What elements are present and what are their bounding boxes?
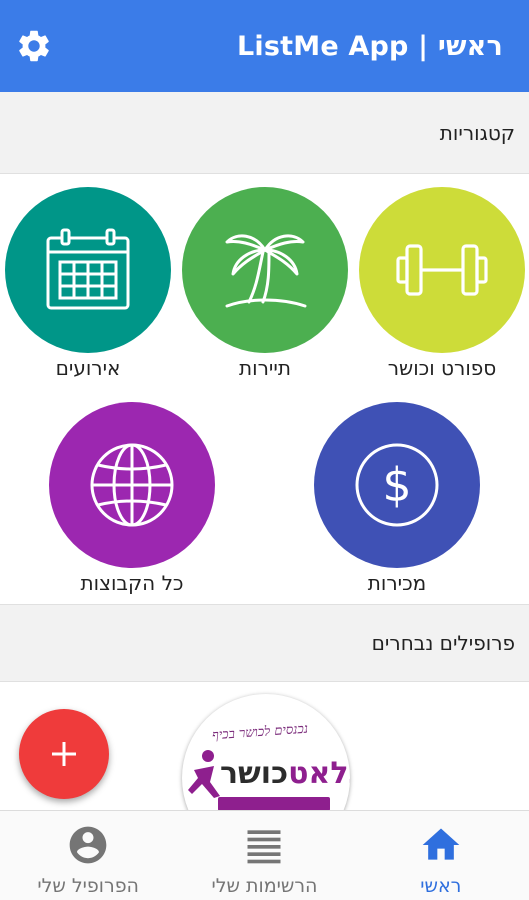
nav-home[interactable]: ראשי [353, 811, 529, 900]
category-label: ספורט וכושר [387, 356, 497, 380]
nav-label: הרשימות שלי [211, 875, 318, 897]
logo-tagline: נכנסים לכושר בכיף [211, 721, 309, 744]
categories-header: קטגוריות [0, 92, 529, 174]
nav-label: הפרופיל שלי [37, 875, 139, 897]
category-sales[interactable]: $ מכירות [297, 402, 497, 595]
bottom-navigation: הפרופיל שלי הרשימות שלי ראשי [0, 810, 529, 900]
app-title: ListMe App | ראשי [237, 30, 503, 62]
dumbbell-icon [396, 244, 488, 296]
category-label: מכירות [367, 571, 427, 595]
palm-tree-icon [225, 234, 307, 308]
category-circle[interactable] [359, 187, 525, 353]
categories-title: קטגוריות [439, 120, 515, 145]
category-circle[interactable] [5, 187, 171, 353]
dollar-icon: $ [355, 443, 439, 527]
gear-icon[interactable] [14, 26, 54, 66]
nav-my-lists[interactable]: הרשימות שלי [176, 811, 352, 900]
profile-logo[interactable]: נכנסים לכושר בכיף גלאטכושר [182, 694, 350, 810]
app-bar: ListMe App | ראשי [0, 0, 529, 92]
nav-my-profile[interactable]: הפרופיל שלי [0, 811, 176, 900]
category-label: כל הקבוצות [80, 571, 184, 595]
category-sports[interactable]: ספורט וכושר [342, 187, 529, 380]
categories-grid: ספורט וכושר תיירות אירועים $ מכירות כל ה… [0, 174, 529, 604]
globe-icon [90, 443, 174, 527]
logo-text-part: גלאט [288, 756, 350, 791]
account-circle-icon [69, 826, 107, 864]
category-tourism[interactable]: תיירות [165, 187, 365, 380]
category-circle[interactable] [49, 402, 215, 568]
svg-text:$: $ [382, 458, 411, 512]
logo-text: גלאטכושר [220, 756, 350, 791]
profiles-title: פרופילים נבחרים [371, 631, 515, 655]
category-all-groups[interactable]: כל הקבוצות [32, 402, 232, 595]
category-label: אירועים [55, 356, 121, 380]
logo-banner [218, 797, 330, 810]
plus-icon [52, 742, 76, 766]
add-button[interactable] [19, 709, 109, 799]
home-icon [422, 828, 460, 860]
app-screen: ListMe App | ראשי קטגוריות ספורט וכושר ת… [0, 0, 529, 900]
nav-label: ראשי [420, 875, 462, 897]
logo-text-part: כושר [220, 756, 289, 791]
profiles-header: פרופילים נבחרים [0, 604, 529, 682]
category-circle[interactable] [182, 187, 348, 353]
category-circle[interactable]: $ [314, 402, 480, 568]
calendar-icon [46, 228, 130, 310]
category-label: תיירות [239, 356, 291, 380]
runner-icon [188, 750, 220, 798]
category-events[interactable]: אירועים [0, 187, 188, 380]
list-icon [247, 830, 281, 864]
